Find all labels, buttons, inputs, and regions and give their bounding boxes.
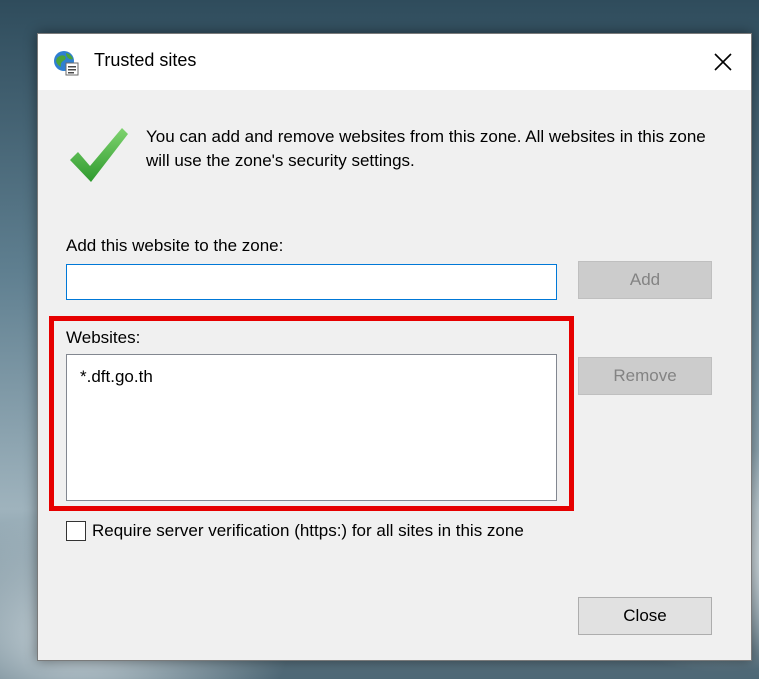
- list-item[interactable]: *.dft.go.th: [80, 367, 153, 387]
- add-button[interactable]: Add: [578, 261, 712, 299]
- trusted-sites-dialog: Trusted sites You can add and remove web…: [37, 33, 752, 661]
- add-website-label: Add this website to the zone:: [66, 236, 284, 255]
- close-button[interactable]: Close: [578, 597, 712, 635]
- close-icon[interactable]: [705, 44, 741, 80]
- require-https-label[interactable]: Require server verification (https:) for…: [92, 521, 524, 541]
- websites-list[interactable]: *.dft.go.th: [66, 354, 557, 501]
- title-bar[interactable]: Trusted sites: [38, 34, 751, 90]
- dialog-title: Trusted sites: [94, 50, 197, 70]
- websites-label: Websites:: [66, 328, 141, 347]
- require-https-checkbox[interactable]: [66, 521, 86, 541]
- dialog-content: You can add and remove websites from thi…: [38, 90, 751, 660]
- remove-button[interactable]: Remove: [578, 357, 712, 395]
- zone-description: You can add and remove websites from thi…: [146, 127, 706, 170]
- globe-icon: [52, 49, 80, 77]
- add-website-input[interactable]: [66, 264, 557, 300]
- checkmark-icon: [66, 122, 130, 186]
